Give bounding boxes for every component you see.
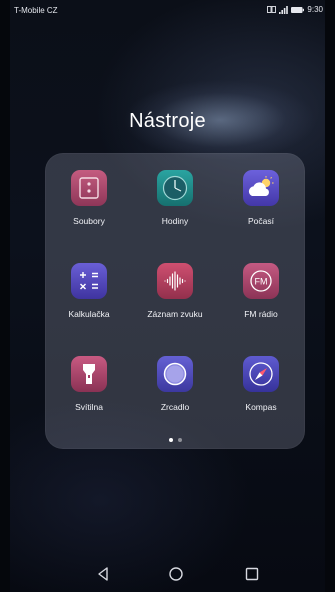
- status-icons: 9:30: [267, 5, 323, 14]
- app-clock[interactable]: Hodiny: [133, 170, 217, 250]
- folder-panel: Soubory Hodiny Počasí Kalkulačka Záznam …: [45, 153, 305, 449]
- home-icon[interactable]: [166, 564, 186, 584]
- files-icon: [71, 170, 107, 206]
- calculator-icon: [71, 263, 107, 299]
- sound-recorder-icon: [157, 263, 193, 299]
- carrier-name: T-Mobile CZ: [14, 6, 58, 15]
- app-label: Zrcadlo: [160, 402, 190, 412]
- back-icon[interactable]: [94, 564, 114, 584]
- app-label: Kalkulačka: [68, 309, 110, 319]
- app-label: Hodiny: [161, 216, 189, 226]
- svg-text:FM: FM: [255, 276, 268, 286]
- app-flashlight[interactable]: Svítilna: [47, 356, 131, 436]
- signal-icon: [279, 5, 289, 14]
- app-mirror[interactable]: Zrcadlo: [133, 356, 217, 436]
- flashlight-icon: [71, 356, 107, 392]
- navigation-bar: [10, 560, 325, 592]
- app-weather[interactable]: Počasí: [219, 170, 303, 250]
- app-label: FM rádio: [244, 309, 278, 319]
- fm-radio-icon: FM: [243, 263, 279, 299]
- app-label: Záznam zvuku: [147, 309, 203, 319]
- app-label: Soubory: [73, 216, 105, 226]
- status-bar: T-Mobile CZ 9:30: [10, 0, 325, 20]
- app-calculator[interactable]: Kalkulačka: [47, 263, 131, 343]
- app-compass[interactable]: Kompas: [219, 356, 303, 436]
- app-label: Svítilna: [75, 402, 103, 412]
- page-dot-active: [168, 438, 173, 442]
- dual-sim-icon: [267, 6, 277, 13]
- clock-icon: [157, 170, 193, 206]
- recents-icon[interactable]: [242, 564, 262, 584]
- folder-title[interactable]: Nástroje: [10, 110, 325, 133]
- app-label: Počasí: [248, 216, 274, 226]
- page-indicator: [45, 438, 305, 442]
- app-label: Kompas: [245, 402, 277, 412]
- battery-icon: [291, 6, 305, 13]
- clock-time: 9:30: [307, 5, 323, 14]
- app-fm-radio[interactable]: FM FM rádio: [219, 263, 303, 343]
- app-sound-recorder[interactable]: Záznam zvuku: [133, 263, 217, 343]
- compass-icon: [243, 356, 279, 392]
- mirror-icon: [157, 356, 193, 392]
- weather-icon: [243, 170, 279, 206]
- page-dot: [177, 438, 182, 442]
- app-files[interactable]: Soubory: [47, 170, 131, 250]
- home-screen: T-Mobile CZ 9:30 Nástroje Soubory Hodiny…: [10, 0, 325, 592]
